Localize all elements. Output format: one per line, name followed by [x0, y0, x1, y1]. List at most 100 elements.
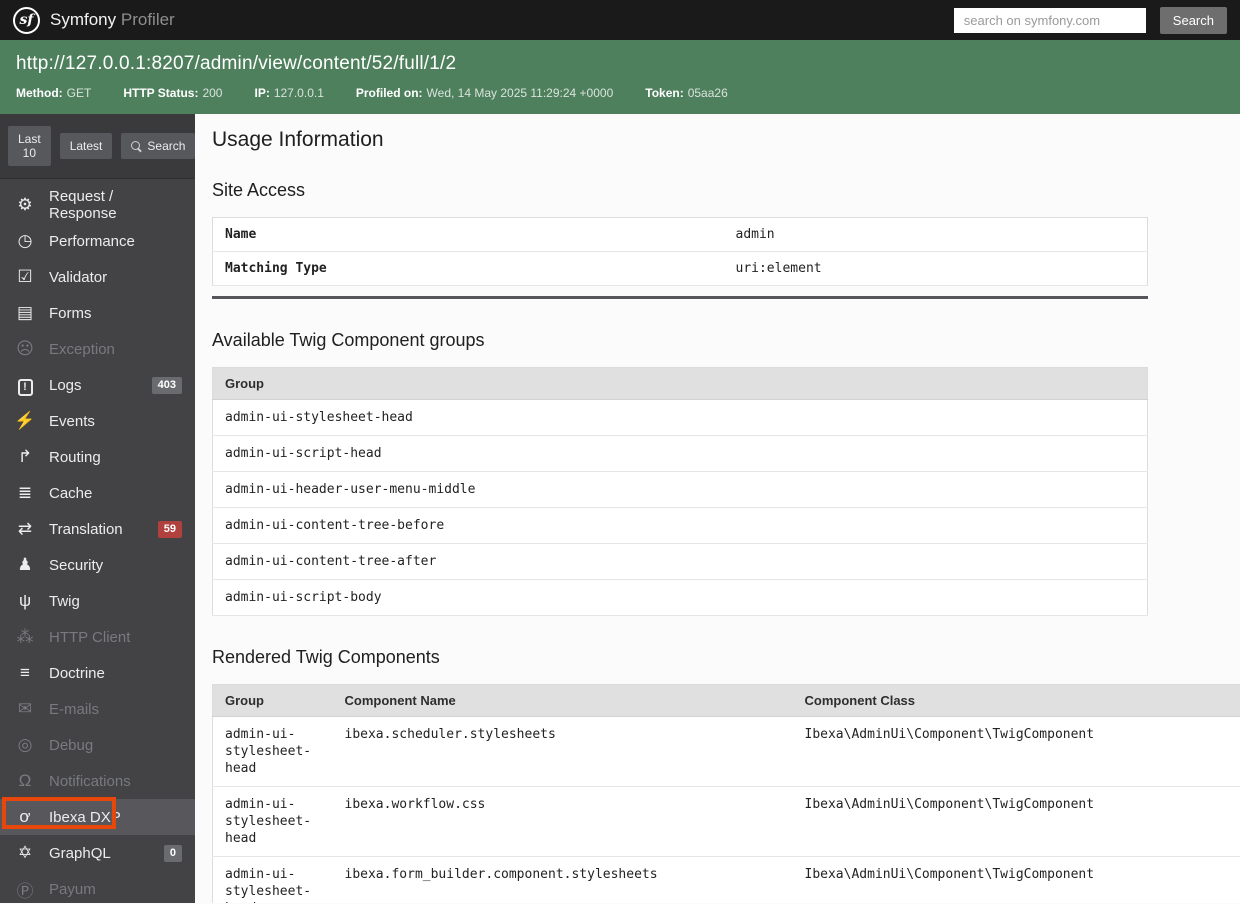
table-row: admin-ui-script-body: [212, 579, 1148, 616]
group-cell: admin-ui-stylesheet-head: [212, 856, 333, 903]
search-icon: [131, 141, 141, 151]
component-name-cell: ibexa.form_builder.component.stylesheets: [332, 856, 793, 903]
ibexa-logo-icon: ơ: [19, 807, 31, 826]
sidebar-item-http-client: ⁂ HTTP Client: [0, 619, 195, 655]
sidebar-menu: ⚙ Request / Response ◷ Performance ☑ Val…: [0, 179, 195, 903]
sidebar-item-translation[interactable]: ⇄ Translation 59: [0, 511, 195, 547]
rendered-components-table: Group Component Name Component Class adm…: [212, 684, 1240, 903]
app-title: Symfony Profiler: [50, 10, 175, 30]
graphql-count-badge: 0: [163, 844, 182, 862]
envelope-icon: ✉: [17, 699, 33, 718]
meta-profiled-on: Profiled on: Wed, 14 May 2025 11:29:24 +0…: [355, 86, 614, 100]
sidebar-item-performance[interactable]: ◷ Performance: [0, 223, 195, 259]
network-icon: ⁂: [16, 627, 34, 646]
row-label: Name: [212, 217, 724, 252]
group-cell: admin-ui-stylesheet-head: [212, 786, 333, 857]
sidebar-item-validator[interactable]: ☑ Validator: [0, 259, 195, 295]
sidebar-item-security[interactable]: ♟ Security: [0, 547, 195, 583]
table-row: admin-ui-stylesheet-head ibexa.scheduler…: [212, 716, 1240, 787]
latest-button[interactable]: Latest: [59, 133, 113, 159]
graphql-icon: ✡: [17, 843, 33, 862]
row-label: Matching Type: [212, 251, 724, 286]
column-header-group: Group: [212, 367, 1148, 400]
component-groups-table: Group admin-ui-stylesheet-head admin-ui-…: [212, 367, 1148, 616]
logs-count-badge: 403: [151, 376, 182, 394]
component-groups-heading: Available Twig Component groups: [212, 330, 485, 350]
row-value: admin: [723, 217, 1148, 252]
group-cell: admin-ui-content-tree-after: [212, 543, 1148, 580]
sidebar-search-button[interactable]: Search: [121, 133, 195, 159]
column-header-component-name: Component Name: [332, 684, 793, 717]
database-icon: ≡: [20, 663, 30, 682]
table-header-row: Group: [212, 367, 1148, 400]
group-cell: admin-ui-header-user-menu-middle: [212, 471, 1148, 508]
brand-suffix: Profiler: [120, 10, 175, 29]
section-divider: [212, 296, 1148, 299]
layers-icon: ≣: [17, 483, 33, 502]
ghost-icon: ☹: [16, 339, 34, 358]
last10-button[interactable]: Last 10: [8, 126, 51, 166]
twig-icon: ψ: [18, 591, 32, 610]
search-input[interactable]: [953, 7, 1146, 33]
component-name-cell: ibexa.workflow.css: [332, 786, 793, 857]
request-url: http://127.0.0.1:8207/admin/view/content…: [16, 53, 457, 74]
component-class-cell: Ibexa\AdminUi\Component\TwigComponent: [792, 856, 1240, 903]
component-name-cell: ibexa.scheduler.stylesheets: [332, 716, 793, 787]
sidebar-item-notifications: Ω Notifications: [0, 763, 195, 799]
translation-missing-badge: 59: [157, 520, 182, 538]
translate-icon: ⇄: [17, 519, 33, 538]
table-header-row: Group Component Name Component Class: [212, 684, 1240, 717]
request-summary-bar: http://127.0.0.1:8207/admin/view/content…: [0, 40, 1240, 114]
sidebar-item-events[interactable]: ⚡ Events: [0, 403, 195, 439]
group-cell: admin-ui-stylesheet-head: [212, 716, 333, 787]
column-header-group: Group: [212, 684, 333, 717]
component-class-cell: Ibexa\AdminUi\Component\TwigComponent: [792, 716, 1240, 787]
column-header-component-class: Component Class: [792, 684, 1240, 717]
component-groups-section: Available Twig Component groups Group ad…: [212, 330, 1240, 616]
rendered-components-section: Rendered Twig Components Group Component…: [212, 647, 1240, 903]
group-cell: admin-ui-content-tree-before: [212, 507, 1148, 544]
brand-name: Symfony: [50, 10, 117, 29]
table-row: Matching Type uri:element: [212, 251, 1148, 286]
signpost-icon: ↱: [17, 447, 33, 466]
table-row: admin-ui-stylesheet-head ibexa.workflow.…: [212, 786, 1240, 857]
sidebar-item-routing[interactable]: ↱ Routing: [0, 439, 195, 475]
site-access-table: Name admin Matching Type uri:element: [212, 217, 1148, 286]
table-row: admin-ui-content-tree-after: [212, 543, 1148, 580]
sidebar-item-doctrine[interactable]: ≡ Doctrine: [0, 655, 195, 691]
sidebar-item-debug: ◎ Debug: [0, 727, 195, 763]
profiler-sidebar: Last 10 Latest Search ⚙ Request / Respon…: [0, 114, 195, 903]
page-title: Usage Information: [212, 128, 384, 151]
site-access-section: Site Access Name admin Matching Type uri…: [212, 180, 1240, 299]
group-cell: admin-ui-script-head: [212, 435, 1148, 472]
search-button[interactable]: Search: [1159, 6, 1227, 34]
sidebar-item-emails: ✉ E-mails: [0, 691, 195, 727]
sidebar-item-payum: Ⓟ Payum: [0, 871, 195, 903]
table-row: admin-ui-header-user-menu-middle: [212, 471, 1148, 508]
meta-token: Token: 05aa26: [645, 86, 728, 100]
sidebar-item-forms[interactable]: ▤ Forms: [0, 295, 195, 331]
group-cell: admin-ui-stylesheet-head: [212, 399, 1148, 436]
sidebar-item-logs[interactable]: ! Logs 403: [0, 367, 195, 403]
sidebar-actions: Last 10 Latest Search: [0, 114, 195, 179]
sidebar-item-ibexa-dxp[interactable]: ơ Ibexa DXP: [0, 797, 195, 835]
sidebar-item-request-response[interactable]: ⚙ Request / Response: [0, 187, 195, 223]
sidebar-item-twig[interactable]: ψ Twig: [0, 583, 195, 619]
sidebar-item-cache[interactable]: ≣ Cache: [0, 475, 195, 511]
payum-icon: Ⓟ: [16, 881, 34, 901]
table-row: Name admin: [212, 217, 1148, 252]
logs-icon: !: [13, 375, 37, 396]
topbar-search: Search: [953, 6, 1227, 34]
table-row: admin-ui-content-tree-before: [212, 507, 1148, 544]
row-value: uri:element: [723, 251, 1148, 286]
antenna-icon: ⚡: [14, 411, 36, 430]
table-row: admin-ui-script-head: [212, 435, 1148, 472]
meta-method: Method: GET: [16, 86, 92, 100]
component-class-cell: Ibexa\AdminUi\Component\TwigComponent: [792, 786, 1240, 857]
table-row: admin-ui-stylesheet-head ibexa.form_buil…: [212, 856, 1240, 903]
topbar: sf Symfony Profiler Search: [0, 0, 1240, 40]
site-access-heading: Site Access: [212, 180, 306, 200]
gears-icon: ⚙: [17, 195, 33, 214]
sidebar-item-graphql[interactable]: ✡ GraphQL 0: [0, 835, 195, 871]
target-icon: ◎: [17, 735, 33, 754]
